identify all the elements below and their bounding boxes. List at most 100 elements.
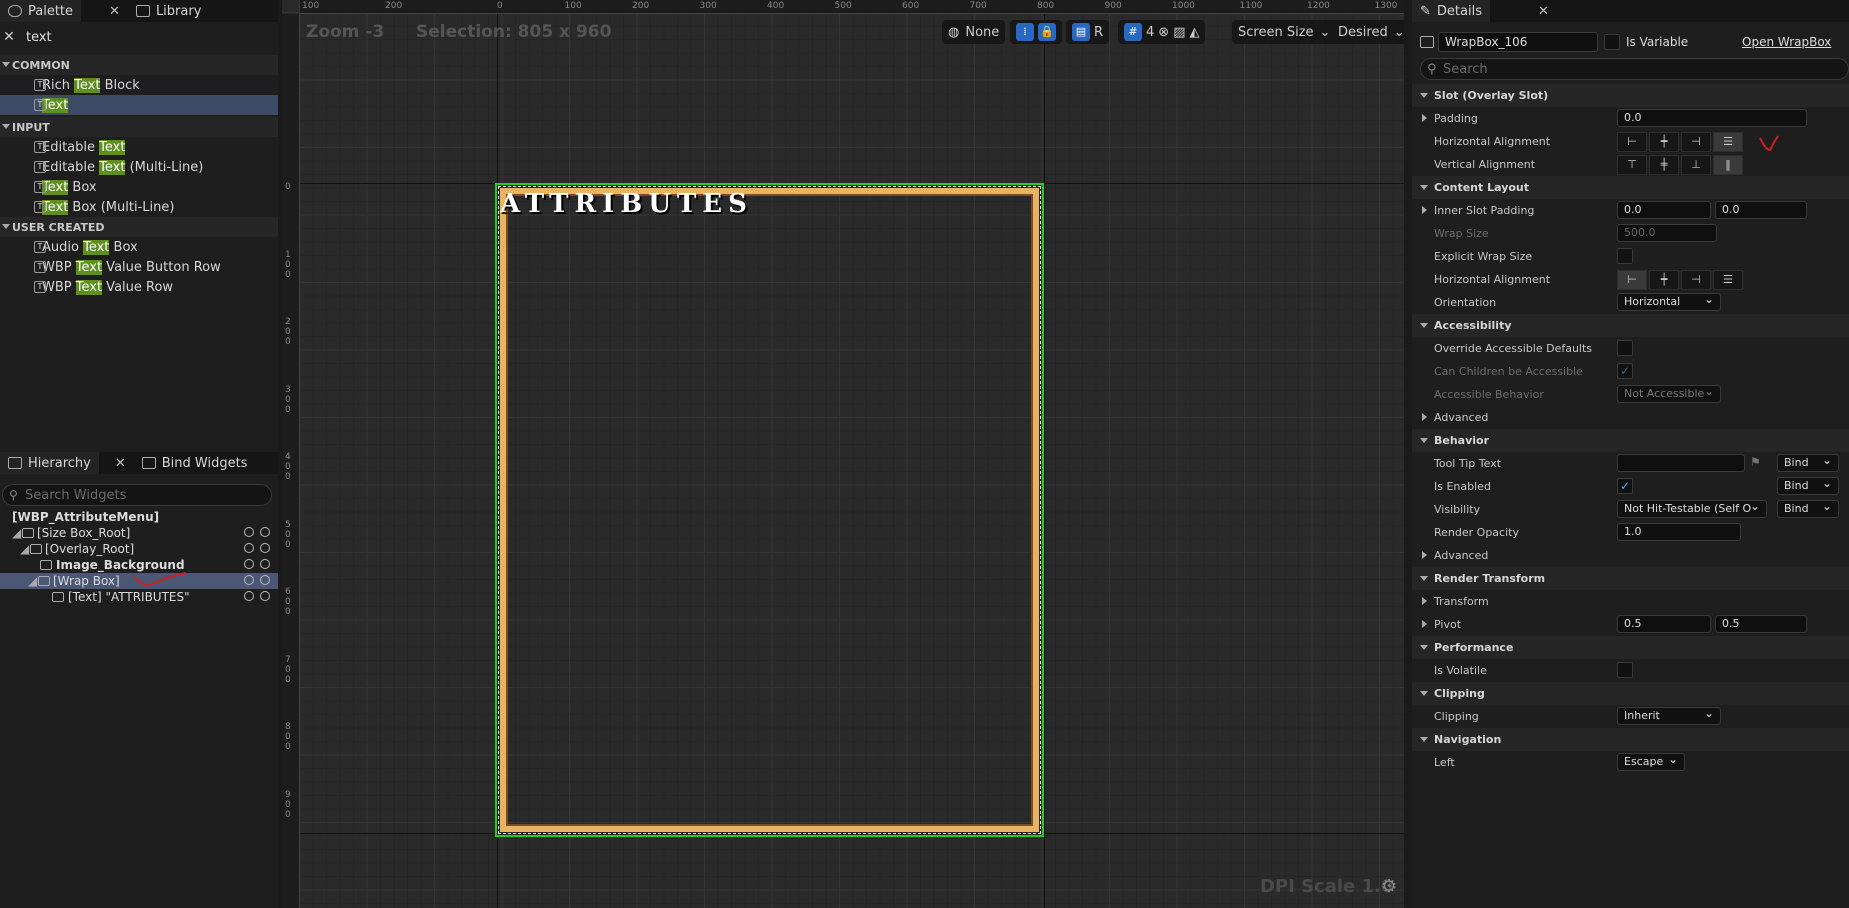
- image-preview-icon[interactable]: ▨: [1173, 25, 1185, 40]
- grid-controls[interactable]: #4 ⊗ ▨ ◭: [1118, 20, 1206, 44]
- isp-x-field[interactable]: 0.0: [1617, 201, 1711, 219]
- palette-search[interactable]: ✕ text: [0, 26, 274, 48]
- flag-icon[interactable]: ⚑: [1750, 455, 1761, 469]
- details-search-input[interactable]: ⚲ Search: [1420, 58, 1849, 80]
- folder-icon: [135, 5, 150, 17]
- section-clipping[interactable]: Clipping: [1412, 682, 1849, 705]
- section-behavior[interactable]: Behavior: [1412, 429, 1849, 452]
- is-volatile-checkbox[interactable]: [1617, 662, 1633, 678]
- palette-input-item[interactable]: T Text Box (Multi-Line): [0, 197, 278, 217]
- close-icon[interactable]: ✕: [107, 456, 134, 471]
- is-enabled-checkbox[interactable]: ✓: [1617, 478, 1633, 494]
- details-panel: ✎ Details ✕ WrapBox_106 Is Variable Open …: [1412, 0, 1849, 908]
- tree-row-overlay[interactable]: ◢ [Overlay_Root]: [0, 541, 278, 557]
- tree-row-root[interactable]: [WBP_AttributeMenu]: [0, 509, 278, 525]
- lock-eye-icons[interactable]: [244, 591, 270, 601]
- visibility-dropdown[interactable]: Not Hit-Testable (Self O: [1617, 500, 1767, 518]
- widget-frame[interactable]: [495, 183, 1044, 837]
- bind-dropdown[interactable]: Bind: [1777, 477, 1839, 495]
- row-padding[interactable]: Padding 0.0: [1412, 107, 1849, 130]
- lock-eye-icons[interactable]: [244, 543, 270, 553]
- snap-icon[interactable]: ⊗: [1158, 25, 1169, 40]
- section-render-transform[interactable]: Render Transform: [1412, 567, 1849, 590]
- row-tooltip: Tool Tip Text ⚑ Bind: [1412, 452, 1849, 475]
- open-wrapbox-link[interactable]: Open WrapBox: [1742, 35, 1831, 49]
- nav-left-dropdown[interactable]: Escape: [1617, 753, 1685, 771]
- tab-library[interactable]: Library: [128, 0, 209, 22]
- explicit-wrap-checkbox[interactable]: [1617, 248, 1633, 264]
- respect-locks-toggle[interactable]: ▤ R: [1066, 20, 1110, 44]
- safe-zone-toggle[interactable]: ⁞ 🔒: [1010, 20, 1062, 44]
- render-opacity-field[interactable]: 1.0: [1617, 523, 1741, 541]
- bind-dropdown[interactable]: Bind: [1777, 500, 1839, 518]
- override-acc-checkbox[interactable]: [1617, 340, 1633, 356]
- orientation-dropdown[interactable]: Horizontal: [1617, 293, 1721, 311]
- tree-label: [WBP_AttributeMenu]: [12, 510, 160, 524]
- row-transform[interactable]: Transform: [1412, 590, 1849, 613]
- gear-icon[interactable]: ⚙: [1381, 876, 1397, 897]
- tooltip-field[interactable]: [1617, 454, 1745, 472]
- r-button[interactable]: R: [1094, 25, 1103, 40]
- tab-hierarchy[interactable]: Hierarchy: [0, 452, 99, 474]
- palette-user-item[interactable]: T WBP Text Value Button Row: [0, 257, 278, 277]
- row-pivot[interactable]: Pivot 0.5 0.5: [1412, 613, 1849, 636]
- tab-bind-widgets[interactable]: Bind Widgets: [134, 452, 256, 474]
- padding-field[interactable]: 0.0: [1617, 109, 1807, 127]
- row-advanced[interactable]: Advanced: [1412, 406, 1849, 429]
- section-slot[interactable]: Slot (Overlay Slot): [1412, 84, 1849, 107]
- close-icon[interactable]: ✕: [101, 4, 128, 19]
- red-checkmark-annotation: [133, 572, 187, 587]
- tree-label: [Wrap Box]: [53, 574, 120, 588]
- palette-input-item[interactable]: T Text Box: [0, 177, 278, 197]
- palette-search-input[interactable]: text: [26, 30, 52, 45]
- flip-icon[interactable]: ◭: [1189, 25, 1199, 40]
- v-align-buttons[interactable]: ⊤ ╪ ⊥ ‖: [1617, 155, 1743, 175]
- palette-common-item[interactable]: T Rich Text Block: [0, 75, 278, 95]
- item-label: WBP Text Value Button Row: [42, 259, 221, 275]
- section-performance[interactable]: Performance: [1412, 636, 1849, 659]
- category-user-created[interactable]: USER CREATED: [0, 217, 278, 237]
- lock-eye-icons[interactable]: [244, 527, 270, 537]
- grid-size[interactable]: 4: [1146, 25, 1154, 40]
- isp-y-field[interactable]: 0.0: [1715, 201, 1807, 219]
- palette-input-item[interactable]: T Editable Text: [0, 137, 278, 157]
- section-navigation[interactable]: Navigation: [1412, 728, 1849, 751]
- h-align-buttons[interactable]: ⊢ ┿ ⊣ ☰: [1617, 132, 1743, 152]
- fill-mode-dropdown[interactable]: Desired ⌄: [1332, 20, 1404, 44]
- content-h-align-buttons[interactable]: ⊢ ┿ ⊣ ☰: [1617, 270, 1743, 290]
- section-accessibility[interactable]: Accessibility: [1412, 314, 1849, 337]
- palette-common-item[interactable]: T Text: [0, 95, 278, 115]
- palette-user-item[interactable]: T WBP Text Value Row: [0, 277, 278, 297]
- palette-user-item[interactable]: T Audio Text Box: [0, 237, 278, 257]
- ruler-tick-label: 700: [285, 654, 291, 685]
- hierarchy-search-input[interactable]: ⚲ Search Widgets: [2, 484, 272, 506]
- pivot-y-field[interactable]: 0.5: [1715, 615, 1807, 633]
- attributes-title[interactable]: ATTRIBUTES: [500, 189, 753, 219]
- tab-details[interactable]: ✎ Details: [1412, 0, 1490, 22]
- clear-search-icon[interactable]: ✕: [0, 29, 18, 45]
- widget-name-field[interactable]: WrapBox_106: [1438, 32, 1598, 52]
- row-inner-slot-padding[interactable]: Inner Slot Padding 0.0 0.0: [1412, 199, 1849, 222]
- locale-dropdown[interactable]: ◍ None: [942, 20, 1006, 44]
- tab-bind-label: Bind Widgets: [161, 455, 248, 471]
- ruler-tick-label: 800: [285, 722, 291, 752]
- clipping-dropdown[interactable]: Inherit: [1617, 707, 1721, 725]
- screen-size-dropdown[interactable]: Screen Size ⌄: [1232, 20, 1337, 44]
- is-variable-checkbox[interactable]: [1604, 34, 1620, 50]
- row-label: Wrap Size: [1434, 227, 1489, 240]
- lock-eye-icons[interactable]: [244, 559, 270, 569]
- wrapbox-icon: [38, 576, 50, 586]
- pivot-x-field[interactable]: 0.5: [1617, 615, 1711, 633]
- widget-icon: T: [34, 241, 46, 253]
- section-content-layout[interactable]: Content Layout: [1412, 176, 1849, 199]
- bind-dropdown[interactable]: Bind: [1777, 454, 1839, 472]
- palette-input-item[interactable]: T Editable Text (Multi-Line): [0, 157, 278, 177]
- category-common[interactable]: COMMON: [0, 55, 278, 75]
- lock-eye-icons[interactable]: [244, 575, 270, 585]
- tree-row-sizebox[interactable]: ◢ [Size Box_Root]: [0, 525, 278, 541]
- tab-palette[interactable]: Palette: [0, 0, 82, 22]
- row-advanced[interactable]: Advanced: [1412, 544, 1849, 567]
- category-input[interactable]: INPUT: [0, 117, 278, 137]
- tree-row-text[interactable]: [Text] "ATTRIBUTES": [0, 589, 278, 605]
- close-icon[interactable]: ✕: [1530, 4, 1557, 19]
